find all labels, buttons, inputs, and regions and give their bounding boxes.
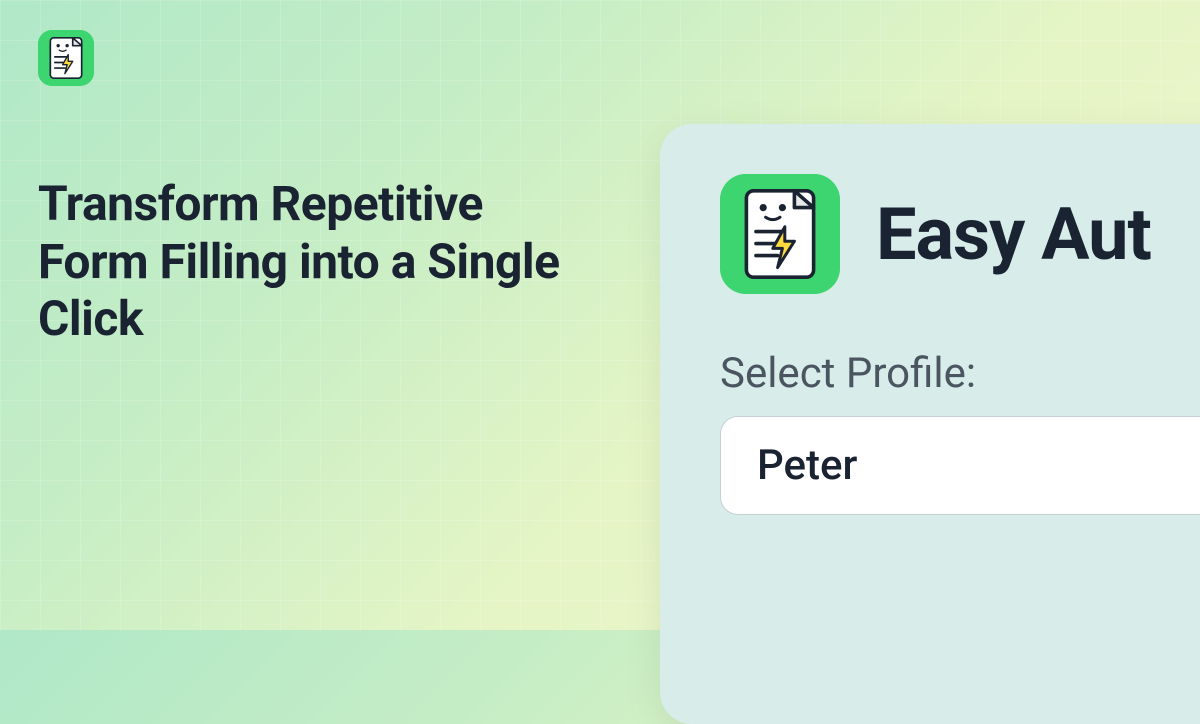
profile-select[interactable]: Peter [720, 416, 1200, 515]
app-preview-panel: Easy Aut Select Profile: Peter [660, 124, 1200, 724]
app-logo-small [38, 30, 94, 86]
page-headline: Transform Repetitive Form Filling into a… [38, 175, 578, 348]
app-title: Easy Aut [876, 192, 1151, 277]
app-logo-large [720, 174, 840, 294]
profile-select-label: Select Profile: [720, 349, 1200, 398]
profile-select-value: Peter [757, 441, 857, 490]
document-lightning-icon [38, 30, 94, 86]
panel-header: Easy Aut [720, 174, 1200, 294]
document-lightning-icon [720, 174, 840, 294]
